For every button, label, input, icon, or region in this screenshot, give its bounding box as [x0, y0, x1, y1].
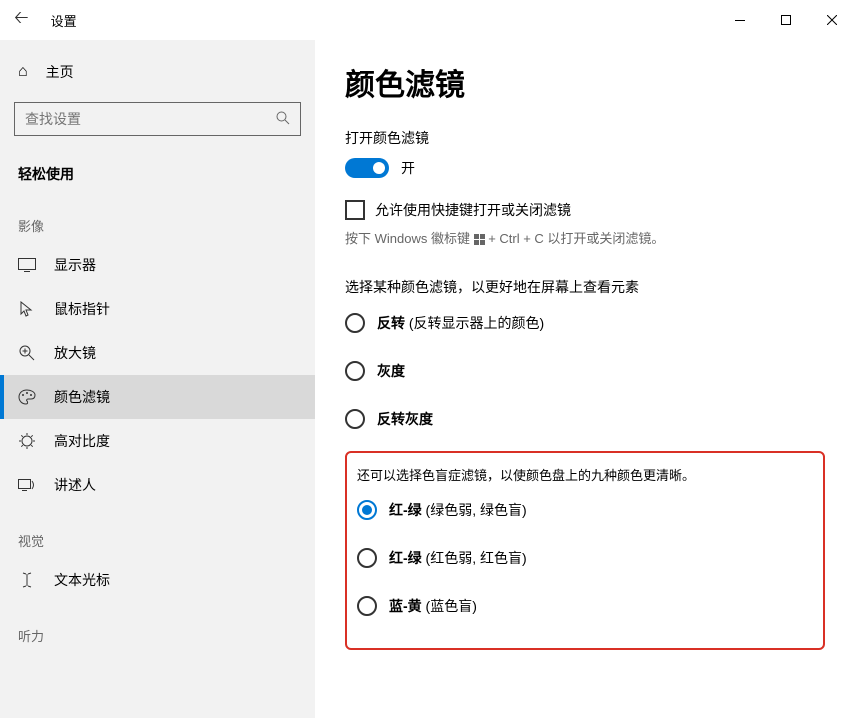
- narrator-icon: [18, 478, 36, 492]
- radio-grayscale[interactable]: 灰度: [345, 361, 825, 381]
- main-content: 颜色滤镜 打开颜色滤镜 开 允许使用快捷键打开或关闭滤镜 按下 Windows …: [315, 40, 855, 718]
- toggle-knob: [373, 162, 385, 174]
- radio-deuteranopia[interactable]: 红-绿 (绿色弱, 绿色盲): [357, 500, 813, 520]
- nav-label: 显示器: [54, 255, 96, 275]
- search-box[interactable]: [14, 102, 301, 136]
- textcursor-icon: [18, 572, 36, 588]
- radio-icon: [357, 596, 377, 616]
- radio-grayinverted[interactable]: 反转灰度: [345, 409, 825, 429]
- back-button[interactable]: 🡠: [14, 5, 29, 35]
- section-hearing: 听力: [0, 602, 315, 653]
- nav-label: 鼠标指针: [54, 299, 110, 319]
- nav-colorfilters[interactable]: 颜色滤镜: [0, 375, 315, 419]
- radio-icon: [345, 409, 365, 429]
- toggle-section-label: 打开颜色滤镜: [345, 128, 825, 148]
- nav-label: 讲述人: [54, 475, 96, 495]
- contrast-icon: [18, 433, 36, 449]
- display-icon: [18, 258, 36, 272]
- radio-icon: [345, 313, 365, 333]
- sidebar: ⌂ 主页 轻松使用 影像 显示器 鼠标指针 放大镜: [0, 40, 315, 718]
- close-button[interactable]: [809, 4, 855, 36]
- home-label: 主页: [46, 62, 74, 82]
- toggle-state-label: 开: [401, 158, 415, 178]
- nav-label: 放大镜: [54, 343, 96, 363]
- windows-logo-icon: [474, 234, 485, 245]
- home-icon: ⌂: [18, 63, 28, 81]
- window-title: 设置: [51, 11, 77, 30]
- shortcut-hint: 按下 Windows 徽标键 + Ctrl + C 以打开或关闭滤镜。: [345, 228, 825, 247]
- nav-textcursor[interactable]: 文本光标: [0, 558, 315, 602]
- toggle-row: 开: [345, 158, 825, 178]
- color-filter-toggle[interactable]: [345, 158, 389, 178]
- shortcut-checkbox-label: 允许使用快捷键打开或关闭滤镜: [375, 200, 571, 220]
- shortcut-checkbox-row: 允许使用快捷键打开或关闭滤镜: [345, 200, 825, 220]
- radio-label: 灰度: [377, 361, 405, 381]
- search-input[interactable]: [25, 111, 276, 127]
- radio-inverted[interactable]: 反转 (反转显示器上的颜色): [345, 313, 825, 333]
- filter-section-desc: 选择某种颜色滤镜，以更好地在屏幕上查看元素: [345, 277, 825, 297]
- maximize-button[interactable]: [763, 4, 809, 36]
- minimize-button[interactable]: [717, 4, 763, 36]
- nav-cursor[interactable]: 鼠标指针: [0, 287, 315, 331]
- radio-icon: [357, 548, 377, 568]
- page-title: 颜色滤镜: [345, 60, 825, 104]
- colorblind-desc: 还可以选择色盲症滤镜，以使颜色盘上的九种颜色更清晰。: [357, 465, 813, 484]
- window-controls: [717, 4, 855, 36]
- section-visual: 影像: [0, 192, 315, 243]
- titlebar-left: 🡠 设置: [14, 5, 77, 35]
- nav-highcontrast[interactable]: 高对比度: [0, 419, 315, 463]
- radio-label: 红-绿 (红色弱, 红色盲): [389, 548, 527, 568]
- category-header: 轻松使用: [0, 146, 315, 192]
- nav-narrator[interactable]: 讲述人: [0, 463, 315, 507]
- radio-icon: [357, 500, 377, 520]
- titlebar: 🡠 设置: [0, 0, 855, 40]
- radio-tritanopia[interactable]: 蓝-黄 (蓝色盲): [357, 596, 813, 616]
- magnifier-icon: [18, 345, 36, 361]
- radio-label: 反转 (反转显示器上的颜色): [377, 313, 544, 333]
- nav-label: 文本光标: [54, 570, 110, 590]
- nav-label: 高对比度: [54, 431, 110, 451]
- radio-protanopia[interactable]: 红-绿 (红色弱, 红色盲): [357, 548, 813, 568]
- radio-icon: [345, 361, 365, 381]
- colorblind-highlight: 还可以选择色盲症滤镜，以使颜色盘上的九种颜色更清晰。 红-绿 (绿色弱, 绿色盲…: [345, 451, 825, 650]
- cursor-icon: [18, 301, 36, 317]
- nav-label: 颜色滤镜: [54, 387, 110, 407]
- radio-label: 反转灰度: [377, 409, 433, 429]
- radio-label: 蓝-黄 (蓝色盲): [389, 596, 477, 616]
- palette-icon: [18, 389, 36, 405]
- search-icon: [276, 111, 290, 128]
- home-nav[interactable]: ⌂ 主页: [0, 52, 315, 92]
- section-vision2: 视觉: [0, 507, 315, 558]
- nav-display[interactable]: 显示器: [0, 243, 315, 287]
- radio-label: 红-绿 (绿色弱, 绿色盲): [389, 500, 527, 520]
- shortcut-checkbox[interactable]: [345, 200, 365, 220]
- nav-magnifier[interactable]: 放大镜: [0, 331, 315, 375]
